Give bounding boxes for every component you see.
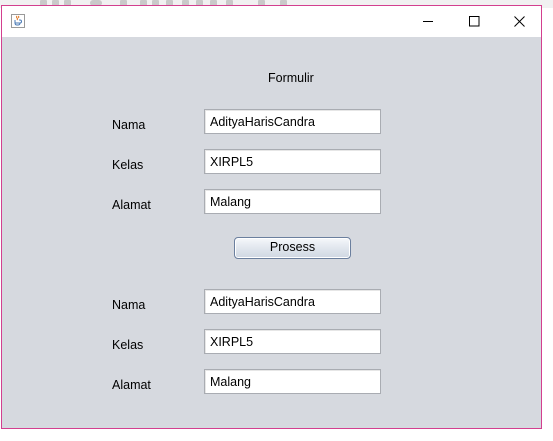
- form-panel: Formulir Nama Kelas Alamat Prosess Nama …: [2, 37, 541, 428]
- maximize-button[interactable]: [451, 6, 497, 37]
- kelas-label: Kelas: [112, 158, 144, 172]
- process-button[interactable]: Prosess: [234, 237, 351, 259]
- kelas-input[interactable]: [204, 149, 381, 174]
- nama-label: Nama: [112, 118, 146, 132]
- close-icon: [513, 16, 525, 27]
- alamat-output-field[interactable]: [204, 369, 381, 394]
- minimize-button[interactable]: [405, 6, 451, 37]
- nama-output-field[interactable]: [204, 289, 381, 314]
- close-button[interactable]: [496, 6, 542, 37]
- alamat-input[interactable]: [204, 189, 381, 214]
- kelas-output-label: Kelas: [112, 338, 144, 352]
- maximize-icon: [468, 16, 479, 27]
- nama-output-label: Nama: [112, 298, 146, 312]
- nama-input[interactable]: [204, 109, 381, 134]
- alamat-label: Alamat: [112, 198, 151, 212]
- kelas-output-field[interactable]: [204, 329, 381, 354]
- java-cup-icon: [11, 14, 25, 28]
- form-title: Formulir: [268, 71, 314, 85]
- app-window: Formulir Nama Kelas Alamat Prosess Nama …: [1, 5, 542, 429]
- minimize-icon: [422, 21, 433, 22]
- alamat-output-label: Alamat: [112, 378, 151, 392]
- title-bar[interactable]: [2, 6, 541, 37]
